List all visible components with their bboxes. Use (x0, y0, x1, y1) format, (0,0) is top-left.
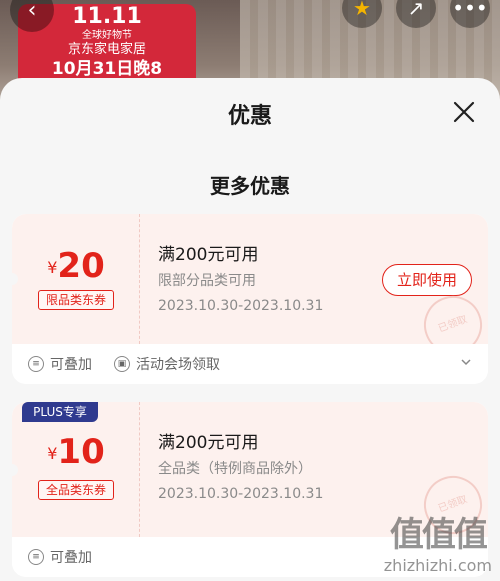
watermark-logo: 值值值 (389, 515, 488, 555)
source-info: ▣ 活动会场领取 (114, 354, 220, 374)
top-actions: ★ ↗ ••• (342, 0, 490, 28)
amount-value: 10 (57, 432, 105, 472)
coupon-date: 2023.10.30-2023.10.31 (158, 298, 324, 314)
chevron-down-icon[interactable] (460, 356, 472, 368)
coupon-amount: ¥20 (12, 246, 140, 286)
source-label: 活动会场领取 (136, 357, 220, 373)
stack-icon: ≡ (28, 549, 44, 565)
promo-line-3: 京东家电家居 (67, 42, 146, 57)
use-now-button[interactable]: 立即使用 (382, 264, 472, 296)
more-icon[interactable]: ••• (450, 0, 490, 28)
coupon-date: 2023.10.30-2023.10.31 (158, 486, 324, 502)
promo-line-4: 10月31日晚8 (51, 59, 163, 79)
currency-symbol: ¥ (47, 258, 58, 277)
coupon-scope: 全品类（特例商品除外） (158, 461, 312, 477)
promo-line-2: 全球好物节 (82, 30, 132, 41)
coupon-card: ¥20 限品类东券 满200元可用 限部分品类可用 2023.10.30-202… (12, 214, 488, 384)
coupon-value-area: ¥20 限品类东券 (12, 214, 140, 344)
share-icon[interactable]: ↗ (396, 0, 436, 28)
watermark-url: zhizhizhi.com (383, 556, 492, 575)
close-icon[interactable] (452, 100, 476, 124)
currency-symbol: ¥ (47, 444, 58, 463)
ticket-icon: ▣ (114, 356, 130, 372)
favorite-star-icon[interactable]: ★ (342, 0, 382, 28)
coupon-condition: 满200元可用 (158, 245, 259, 265)
coupon-amount: ¥10 (12, 432, 140, 472)
coupon-scope: 限部分品类可用 (158, 273, 256, 289)
sheet-title: 优惠 (227, 104, 272, 129)
coupon-condition: 满200元可用 (158, 433, 259, 453)
coupon-body: ¥20 限品类东券 满200元可用 限部分品类可用 2023.10.30-202… (12, 214, 488, 363)
coupon-type-tag: 限品类东券 (38, 290, 114, 310)
stackable-label: 可叠加 (50, 550, 92, 566)
coupon-sheet: 优惠 更多优惠 ¥20 限品类东券 满200元可用 限部分品类可用 2023.1… (0, 78, 500, 581)
coupon-footer: ≡ 可叠加 ▣ 活动会场领取 (12, 344, 488, 384)
stackable-label: 可叠加 (50, 357, 92, 373)
stackable-info: ≡ 可叠加 (28, 354, 92, 374)
plus-badge: PLUS专享 (22, 402, 98, 422)
stack-icon: ≡ (28, 356, 44, 372)
site-watermark: 值值值 zhizhizhi.com (384, 507, 492, 575)
section-title: 更多优惠 (210, 174, 290, 198)
coupon-type-tag: 全品类东券 (38, 480, 114, 500)
stackable-info: ≡ 可叠加 (28, 547, 92, 567)
coupon-value-area: ¥10 全品类东券 (12, 402, 140, 537)
amount-value: 20 (57, 246, 105, 286)
back-arrow-icon: ‹ (27, 0, 37, 23)
